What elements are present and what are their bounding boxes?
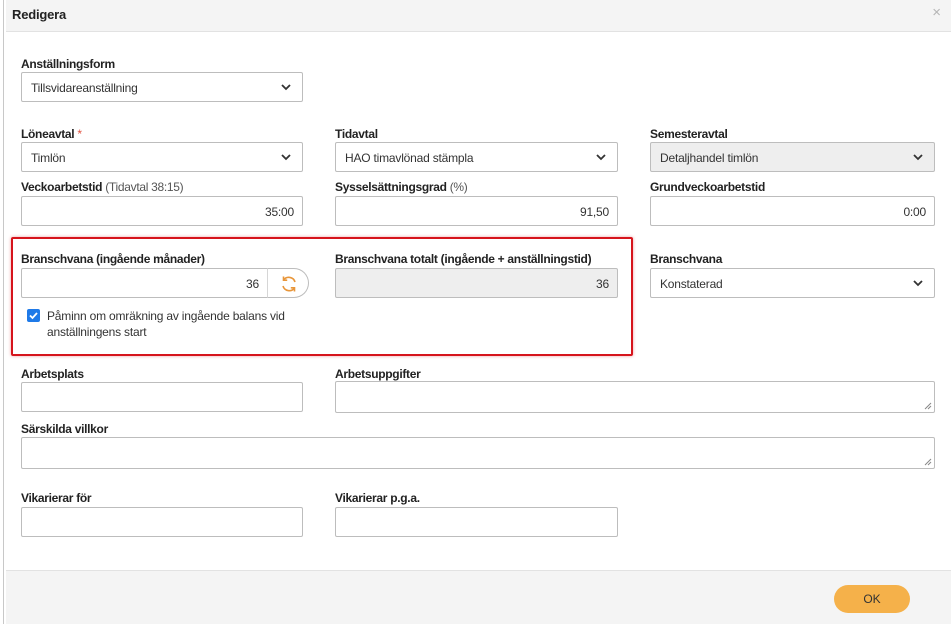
reminder-label: Påminn om omräkning av ingående balans v… bbox=[47, 309, 285, 339]
tidavtal-select[interactable]: HAO timavlönad stämpla bbox=[335, 142, 618, 172]
branschvana-totalt-label: Branschvana totalt (ingående + anställni… bbox=[335, 252, 592, 266]
reminder-checkbox[interactable] bbox=[27, 309, 40, 322]
chevron-down-icon bbox=[913, 280, 923, 287]
branschvana-totalt-input: 36 bbox=[335, 268, 618, 298]
chevron-down-icon bbox=[913, 154, 923, 161]
sarskilda-villkor-label: Särskilda villkor bbox=[21, 422, 108, 436]
resize-grip-icon[interactable] bbox=[924, 402, 932, 410]
branschvana-select[interactable]: Konstaterad bbox=[650, 268, 935, 298]
dialog-header: Redigera × bbox=[6, 0, 951, 32]
recalculate-button[interactable] bbox=[267, 268, 309, 298]
dialog-title: Redigera bbox=[12, 7, 67, 22]
dialog-footer: OK bbox=[6, 570, 951, 624]
grundveckoarbetstid-label: Grundveckoarbetstid bbox=[650, 180, 765, 194]
chevron-down-icon bbox=[281, 154, 291, 161]
vikarierar-for-input[interactable] bbox=[21, 507, 303, 537]
loneavtal-label: Löneavtal * bbox=[21, 127, 82, 141]
veckoarbetstid-value: 35:00 bbox=[264, 205, 294, 219]
vikarierar-pga-input[interactable] bbox=[335, 507, 618, 537]
sysselsattningsgrad-input[interactable]: 91,50 bbox=[335, 196, 618, 226]
anstallningsform-label: Anställningsform bbox=[21, 57, 115, 71]
tidavtal-label: Tidavtal bbox=[335, 127, 378, 141]
semesteravtal-value: Detaljhandel timlön bbox=[660, 151, 759, 165]
arbetsuppgifter-textarea[interactable] bbox=[335, 381, 935, 413]
edit-dialog: Redigera × Anställningsform Tillsvidarea… bbox=[6, 0, 951, 624]
tidavtal-value: HAO timavlönad stämpla bbox=[345, 151, 474, 165]
veckoarbetstid-label: Veckoarbetstid (Tidavtal 38:15) bbox=[21, 180, 184, 194]
branschvana-ingaende-value: 36 bbox=[246, 277, 259, 291]
branschvana-label: Branschvana bbox=[650, 252, 723, 266]
arbetsplats-input[interactable] bbox=[21, 382, 303, 412]
sysselsattningsgrad-value: 91,50 bbox=[579, 205, 609, 219]
close-icon[interactable]: × bbox=[932, 4, 941, 21]
loneavtal-value: Timlön bbox=[31, 151, 66, 165]
resize-grip-icon[interactable] bbox=[924, 458, 932, 466]
loneavtal-select[interactable]: Timlön bbox=[21, 142, 303, 172]
sarskilda-villkor-textarea[interactable] bbox=[21, 437, 935, 469]
checkmark-icon bbox=[29, 312, 38, 320]
vikarierar-pga-label: Vikarierar p.g.a. bbox=[335, 491, 420, 505]
semesteravtal-select[interactable]: Detaljhandel timlön bbox=[650, 142, 935, 172]
branschvana-value: Konstaterad bbox=[660, 277, 723, 291]
ok-button[interactable]: OK bbox=[834, 585, 910, 613]
semesteravtal-label: Semesteravtal bbox=[650, 127, 728, 141]
arbetsplats-label: Arbetsplats bbox=[21, 367, 84, 381]
vikarierar-for-label: Vikarierar för bbox=[21, 491, 92, 505]
branschvana-ingaende-input[interactable]: 36 bbox=[21, 268, 268, 298]
grundveckoarbetstid-value: 0:00 bbox=[903, 205, 926, 219]
branschvana-totalt-value: 36 bbox=[596, 277, 609, 291]
arbetsuppgifter-label: Arbetsuppgifter bbox=[335, 367, 421, 381]
chevron-down-icon bbox=[281, 84, 291, 91]
chevron-down-icon bbox=[596, 154, 606, 161]
anstallningsform-value: Tillsvidareanställning bbox=[31, 81, 138, 95]
required-mark: * bbox=[77, 127, 82, 141]
veckoarbetstid-note: (Tidavtal 38:15) bbox=[105, 180, 184, 194]
sysselsattningsgrad-note: (%) bbox=[449, 180, 468, 194]
sysselsattningsgrad-label: Sysselsättningsgrad (%) bbox=[335, 180, 468, 194]
refresh-icon bbox=[282, 276, 296, 292]
window-left-edge bbox=[0, 0, 4, 624]
grundveckoarbetstid-input[interactable]: 0:00 bbox=[650, 196, 935, 226]
veckoarbetstid-input[interactable]: 35:00 bbox=[21, 196, 303, 226]
anstallningsform-select[interactable]: Tillsvidareanställning bbox=[21, 72, 303, 102]
branschvana-ingaende-label: Branschvana (ingående månader) bbox=[21, 252, 205, 266]
